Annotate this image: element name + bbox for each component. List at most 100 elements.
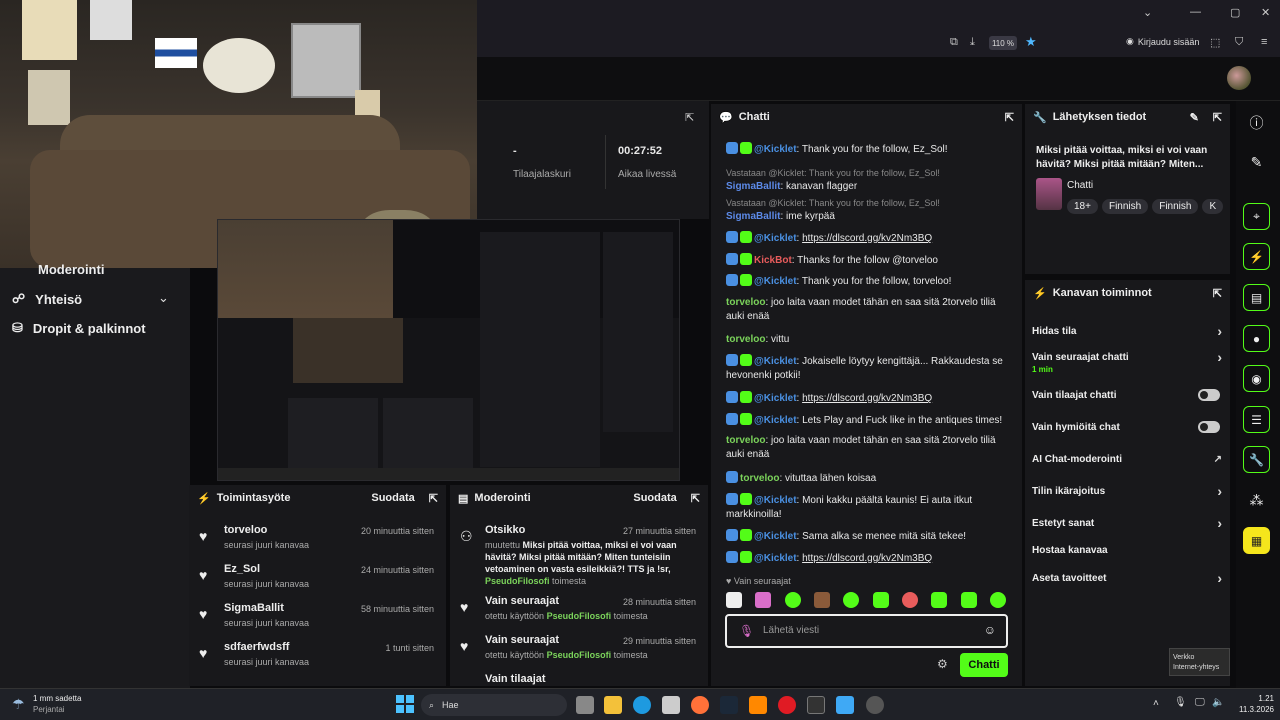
picture-in-picture-icon[interactable]: ⧉ xyxy=(950,36,958,49)
popout-icon[interactable]: ⇱ xyxy=(1213,111,1222,124)
taskbar-search[interactable]: ⌕ Hae xyxy=(421,694,567,716)
age-restriction-item[interactable]: Tilin ikärajoitus › xyxy=(1032,482,1222,500)
clock-date[interactable]: 11.3.2026 xyxy=(1226,705,1274,714)
popout-icon[interactable]: ⇱ xyxy=(685,111,694,124)
emote-only-item[interactable]: Vain hymiöitä chat xyxy=(1032,418,1222,436)
weather-text[interactable]: 1 mm sadetta xyxy=(33,694,81,703)
steam-icon[interactable] xyxy=(720,696,738,714)
banned-words-item[interactable]: Estetyt sanat › xyxy=(1032,514,1222,532)
set-goals-item[interactable]: Aseta tavoitteet › xyxy=(1032,569,1222,587)
emote-icon[interactable] xyxy=(813,592,830,608)
chat-username[interactable]: @Kicklet xyxy=(754,276,797,287)
chat-message[interactable]: @Kicklet: https://dlscord.gg/kv2Nm3BQ xyxy=(726,231,1016,246)
info-icon[interactable]: ⓘ xyxy=(1243,109,1270,136)
shield-icon[interactable]: ⛉ xyxy=(1235,36,1243,49)
zoom-level[interactable]: 110 % xyxy=(989,36,1017,50)
avatar[interactable] xyxy=(1227,66,1251,90)
sidebar-item-moderation[interactable]: Moderointi xyxy=(38,262,104,277)
ai-moderation-item[interactable]: AI Chat-moderointi ↗ xyxy=(1032,450,1222,468)
host-channel-item[interactable]: Hostaa kanavaa xyxy=(1032,541,1222,559)
category-name[interactable]: Chatti xyxy=(1067,180,1093,191)
chat-message[interactable]: @Kicklet: Jokaiselle löytyy kengittäjä..… xyxy=(726,354,1016,383)
emote-icon[interactable] xyxy=(960,592,977,608)
network-icon[interactable]: 🖵 xyxy=(1195,697,1205,708)
chat-message[interactable]: torveloo: vittu xyxy=(726,333,1016,347)
emote-icon[interactable] xyxy=(784,592,801,608)
popout-icon[interactable]: ⇱ xyxy=(429,492,438,505)
store-icon[interactable] xyxy=(662,696,680,714)
chat-username[interactable]: torveloo xyxy=(726,435,765,446)
sidebar-item-drops[interactable]: ⛁ Dropit & palkinnot xyxy=(12,320,146,336)
menu-icon[interactable]: ≡ xyxy=(1261,36,1267,48)
edit-icon[interactable]: ✎ xyxy=(1190,111,1199,124)
apps-icon[interactable]: ⁂ xyxy=(1243,487,1270,514)
chat-link[interactable]: https://dlscord.gg/kv2Nm3BQ xyxy=(802,393,932,404)
volume-icon[interactable]: 🔈 xyxy=(1212,697,1224,708)
gear-icon[interactable]: ⚙ xyxy=(937,657,948,671)
stream-preview[interactable] xyxy=(217,219,680,481)
edge-icon[interactable] xyxy=(633,696,651,714)
chat-username[interactable]: torveloo xyxy=(740,473,779,484)
chat-username[interactable]: @Kicklet xyxy=(754,144,797,155)
chat-message[interactable]: @Kicklet: https://dlscord.gg/kv2Nm3BQ xyxy=(726,391,1016,406)
filter-button[interactable]: Suodata xyxy=(371,492,414,504)
capture-icon[interactable]: ⌖ xyxy=(1243,203,1270,230)
chat-username[interactable]: @Kicklet xyxy=(754,393,797,404)
broadcast-icon[interactable]: ◉ xyxy=(1243,365,1270,392)
extension-icon[interactable]: ⬚ xyxy=(1210,36,1220,49)
chat-username[interactable]: @Kicklet xyxy=(754,495,797,506)
windows-start-icon[interactable] xyxy=(396,695,414,713)
vlc-icon[interactable] xyxy=(749,696,767,714)
microphone-icon[interactable]: 🎙 xyxy=(1174,697,1187,708)
filter-button[interactable]: Suodata xyxy=(633,492,676,504)
bolt-icon[interactable]: ⚡ xyxy=(1243,243,1270,270)
terminal-icon[interactable] xyxy=(807,696,825,714)
chat-message[interactable]: @Kicklet: Thank you for the follow, Ez_S… xyxy=(726,142,1016,157)
chat-username[interactable]: SigmaBallit xyxy=(726,211,780,222)
chat-username[interactable]: torveloo xyxy=(726,297,765,308)
save-page-icon[interactable]: ⤓ xyxy=(970,36,975,49)
tag[interactable]: 18+ xyxy=(1067,199,1098,214)
send-chat-button[interactable]: Chatti xyxy=(960,653,1008,677)
list-item[interactable]: ♥ torveloo seurasi juuri kanavaa 20 minu… xyxy=(197,524,438,560)
chat-message[interactable]: Vastataan @Kicklet: Thank you for the fo… xyxy=(726,166,1016,194)
tag[interactable]: Finnish xyxy=(1101,199,1149,214)
notepad-icon[interactable] xyxy=(836,696,854,714)
subscribers-only-item[interactable]: Vain tilaajat chatti xyxy=(1032,386,1222,404)
toggle-switch[interactable] xyxy=(1198,421,1220,433)
chevron-down-icon[interactable]: ⌄ xyxy=(1143,6,1152,19)
task-view-icon[interactable] xyxy=(576,696,594,714)
list-item[interactable]: ♥ Vain seuraajat 28 minuuttia sitten ote… xyxy=(458,595,700,631)
clock-time[interactable]: 1.21 xyxy=(1234,694,1274,703)
chat-link[interactable]: https://dlscord.gg/kv2Nm3BQ xyxy=(802,233,932,244)
toggle-switch[interactable] xyxy=(1198,389,1220,401)
clapperboard-icon[interactable]: ▦ xyxy=(1243,527,1270,554)
chat-message[interactable]: @Kicklet: Moni kakku päältä kaunis! Ei a… xyxy=(726,493,1016,522)
chat-message[interactable]: @Kicklet: Lets Play and Fuck like in the… xyxy=(726,413,1016,428)
document-icon[interactable]: ▤ xyxy=(1243,284,1270,311)
chat-username[interactable]: SigmaBallit xyxy=(726,181,780,192)
sidebar-item-community[interactable]: ☍ Yhteisö xyxy=(12,291,82,307)
obs-icon[interactable] xyxy=(866,696,884,714)
wrench-icon[interactable]: 🔧 xyxy=(1243,446,1270,473)
emote-icon[interactable] xyxy=(931,592,948,608)
emote-icon[interactable] xyxy=(989,592,1006,608)
chat-message[interactable]: @Kicklet: https://dlscord.gg/kv2Nm3BQ xyxy=(726,551,1016,566)
restore-icon[interactable]: ▢ xyxy=(1230,6,1240,19)
popout-icon[interactable]: ⇱ xyxy=(691,492,700,505)
chat-username[interactable]: @Kicklet xyxy=(754,415,797,426)
emote-icon[interactable] xyxy=(726,592,742,608)
chat-username[interactable]: @Kicklet xyxy=(754,553,797,564)
tag[interactable]: Finnish xyxy=(1152,199,1199,214)
chat-message[interactable]: torveloo: vituttaa lähen koisaa xyxy=(726,471,1016,486)
chat-message[interactable]: torveloo: joo laita vaan modet tähän en … xyxy=(726,434,1016,462)
emoji-icon[interactable]: ☺ xyxy=(984,623,996,637)
pencil-icon[interactable]: ✎ xyxy=(1243,149,1270,176)
chat-username[interactable]: @Kicklet xyxy=(754,233,797,244)
weather-rain-icon[interactable]: ☂ xyxy=(12,696,25,713)
microphone-icon[interactable]: 🎙 xyxy=(739,624,754,638)
popout-icon[interactable]: ⇱ xyxy=(1213,287,1222,300)
layout-icon[interactable]: ☰ xyxy=(1243,406,1270,433)
chat-message[interactable]: @Kicklet: Sama alka se menee mitä sitä t… xyxy=(726,529,1016,544)
chat-message[interactable]: Vastataan @Kicklet: Thank you for the fo… xyxy=(726,196,1016,224)
